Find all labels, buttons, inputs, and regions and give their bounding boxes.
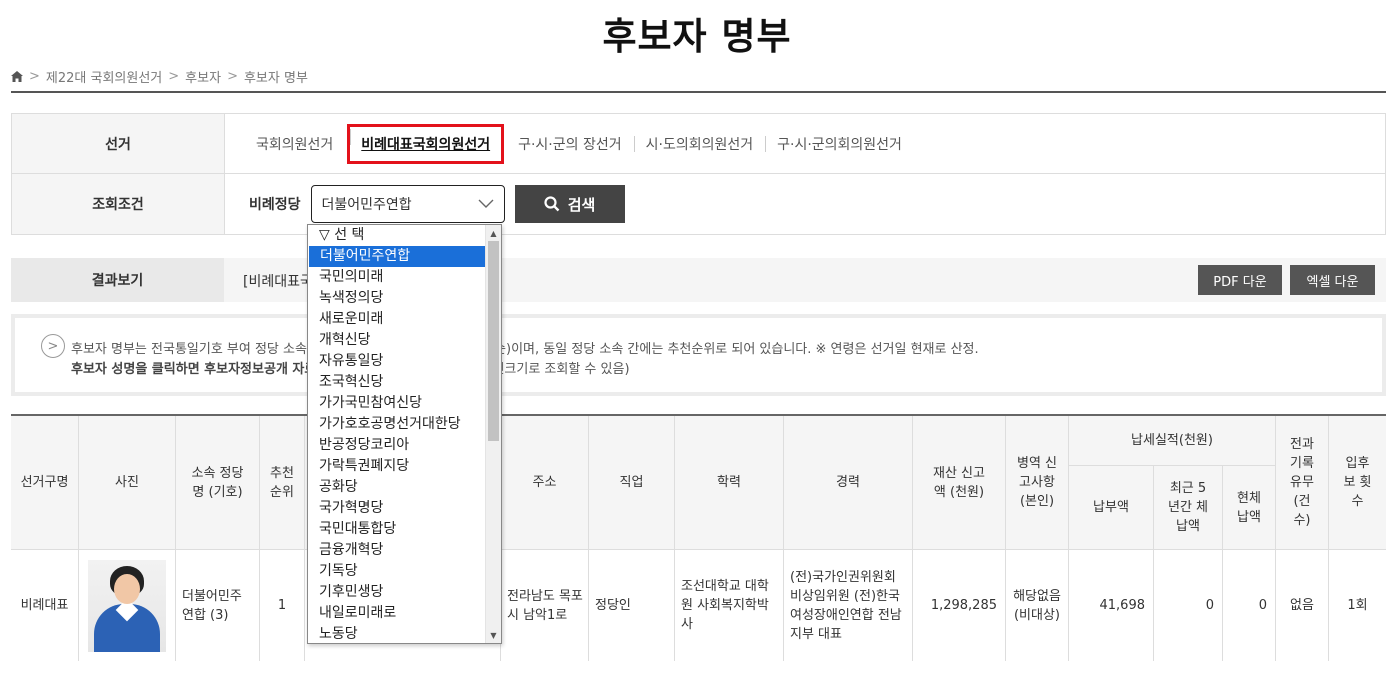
dropdown-option[interactable]: 반공정당코리아 (308, 435, 486, 456)
notice-line-1b: 의 가나다 순)이며, 동일 정당 소속 간에는 추천순위로 되어 있습니다. … (437, 342, 979, 357)
th-tax-arrears: 최근 5년간 체납액 (1154, 466, 1223, 550)
chevron-down-icon (478, 199, 494, 208)
th-military: 병역 신고사항 (본인) (1006, 416, 1069, 550)
th-criminal: 전과 기록 유무 (건수) (1276, 416, 1329, 550)
tab-local-council[interactable]: 구·시·군의회의원선거 (765, 134, 914, 154)
td-candidacy: 1회 (1347, 598, 1368, 613)
page-title: 후보자 명부 (602, 15, 792, 58)
condition-row: 조회조건 비례정당 더불어민주연합 검색 (12, 174, 1385, 234)
page: 후보자 명부 > 제22대 국회의원선거 > 후보자 > 후보자 명부 선거 국… (0, 0, 1394, 679)
th-party: 소속 정당명 (기호) (176, 416, 260, 550)
th-career: 경력 (784, 416, 913, 550)
th-rank: 추천 순위 (260, 416, 305, 550)
th-tax-current: 현체 납액 (1223, 466, 1276, 550)
th-assets: 재산 신고액 (천원) (913, 416, 1006, 550)
chevron-right-circle-icon: > (41, 334, 65, 358)
scrollbar-thumb[interactable] (488, 241, 499, 441)
th-education: 학력 (675, 416, 784, 550)
search-button-label: 검색 (567, 195, 596, 214)
dropdown-option[interactable]: 공화당 (308, 477, 486, 498)
notice-box: > 후보자 명부는 전국통일기호 부여 정당 소속 의 가나다 순)이며, 동일 … (11, 314, 1386, 396)
breadcrumb-item[interactable]: 후보자 명부 (244, 67, 308, 86)
dropdown-option[interactable]: 국민대통합당 (308, 519, 486, 540)
dropdown-option[interactable]: 국가혁명당 (308, 498, 486, 519)
dropdown-scrollbar[interactable]: ▲ ▼ (485, 225, 501, 643)
td-military: 해당없음 (비대상) (1006, 550, 1069, 661)
breadcrumb: > 제22대 국회의원선거 > 후보자 > 후보자 명부 (11, 67, 308, 86)
party-select[interactable]: 더불어민주연합 (310, 185, 505, 223)
title-divider (11, 91, 1386, 93)
scroll-down-icon[interactable]: ▼ (486, 628, 501, 642)
breadcrumb-item[interactable]: 제22대 국회의원선거 (46, 67, 162, 86)
td-job: 정당인 (589, 550, 675, 661)
search-panel: 선거 국회의원선거 비례대표국회의원선거 구·시·군의 장선거 시·도의회의원선… (11, 113, 1386, 235)
dropdown-option[interactable]: ▽ 선 택 (308, 225, 486, 246)
dropdown-option[interactable]: 노동당 (308, 624, 486, 643)
td-rank: 1 (260, 550, 305, 661)
dropdown-option[interactable]: 기후민생당 (308, 582, 486, 603)
th-tax-group: 납세실적(천원) (1069, 416, 1276, 466)
dropdown-option[interactable]: 조국혁신당 (308, 372, 486, 393)
th-candidacy: 입후보 횟수 (1329, 416, 1386, 550)
party-select-value: 더불어민주연합 (321, 197, 412, 213)
search-icon (544, 196, 560, 212)
notice-line-1a: 후보자 명부는 전국통일기호 부여 정당 소속 (71, 342, 307, 357)
party-dropdown-list[interactable]: ▽ 선 택 더불어민주연합 국민의미래 녹색정의당 새로운미래 개혁신당 자유통… (307, 224, 502, 644)
dropdown-option[interactable]: 금융개혁당 (308, 540, 486, 561)
dropdown-option[interactable]: 자유통일당 (308, 351, 486, 372)
tab-local-head[interactable]: 구·시·군의 장선거 (506, 134, 634, 154)
dropdown-option[interactable]: 내일로미래로 (308, 603, 486, 624)
dropdown-option[interactable]: 개혁신당 (308, 330, 486, 351)
candidate-table: 선거구명 사진 소속 정당명 (기호) 추천 순위 주소 직업 학력 경력 재산… (11, 414, 1386, 661)
td-assets: 1,298,285 (913, 550, 1006, 661)
result-row: 결과보기 [비례대표국 PDF 다운 엑셀 다운 (11, 258, 1386, 302)
candidate-photo[interactable] (88, 559, 166, 652)
dropdown-option[interactable]: 가가호호공명선거대한당 (308, 414, 486, 435)
photo-face (114, 573, 140, 604)
td-education: 조선대학교 대학원 사회복지학박사 (675, 550, 784, 661)
dropdown-option[interactable]: 가가국민참여신당 (308, 393, 486, 414)
dropdown-option[interactable]: 국민의미래 (308, 267, 486, 288)
tab-provincial-council[interactable]: 시·도의회의원선거 (633, 134, 766, 154)
dropdown-option[interactable]: 새로운미래 (308, 309, 486, 330)
dropdown-option[interactable]: 녹색정의당 (308, 288, 486, 309)
election-row: 선거 국회의원선거 비례대표국회의원선거 구·시·군의 장선거 시·도의회의원선… (12, 114, 1385, 174)
search-button[interactable]: 검색 (514, 185, 625, 223)
breadcrumb-separator: > (168, 69, 180, 84)
th-photo: 사진 (79, 416, 176, 550)
notice-line-1: 후보자 명부는 전국통일기호 부여 정당 소속 의 가나다 순)이며, 동일 정당… (71, 338, 979, 357)
breadcrumb-item[interactable]: 후보자 (185, 67, 221, 86)
td-address: 전라남도 목포시 남악1로 (501, 550, 589, 661)
tab-proportional-assembly[interactable]: 비례대표국회의원선거 (347, 123, 505, 164)
th-address: 주소 (501, 416, 589, 550)
th-district: 선거구명 (11, 416, 79, 550)
party-label: 비례정당 (249, 197, 301, 213)
home-icon[interactable] (11, 71, 23, 82)
td-tax-current: 0 (1223, 550, 1276, 661)
td-career: (전)국가인권위원회 비상임위원 (전)한국여성장애인연합 전남지부 대표 (784, 550, 913, 661)
dropdown-option[interactable]: 기독당 (308, 561, 486, 582)
result-text: [비례대표국 (243, 274, 313, 290)
td-district: 비례대표 (11, 550, 79, 661)
breadcrumb-separator: > (29, 69, 40, 84)
excel-download-button[interactable]: 엑셀 다운 (1290, 265, 1375, 295)
pdf-download-button[interactable]: PDF 다운 (1198, 265, 1282, 295)
th-tax-paid: 납부액 (1069, 466, 1154, 550)
election-label: 선거 (12, 114, 225, 173)
result-label: 결과보기 (11, 258, 224, 302)
td-tax-arrears: 0 (1154, 550, 1223, 661)
td-photo (79, 550, 176, 661)
election-tabs: 국회의원선거 비례대표국회의원선거 구·시·군의 장선거 시·도의회의원선거 구… (225, 114, 914, 173)
td-party: 더불어민주연합 (3) (176, 550, 260, 661)
td-criminal: 없음 (1276, 550, 1329, 661)
dropdown-option[interactable]: 가락특권폐지당 (308, 456, 486, 477)
dropdown-option-selected[interactable]: 더불어민주연합 (309, 246, 487, 267)
breadcrumb-separator: > (227, 69, 238, 84)
condition-label: 조회조건 (12, 174, 225, 234)
td-tax-paid: 41,698 (1069, 550, 1154, 661)
tab-national-assembly[interactable]: 국회의원선거 (244, 134, 345, 154)
scroll-up-icon[interactable]: ▲ (486, 226, 501, 240)
notice-line-2a: 후보자 성명을 클릭하면 후보자정보공개 자료 (71, 362, 317, 377)
th-job: 직업 (589, 416, 675, 550)
